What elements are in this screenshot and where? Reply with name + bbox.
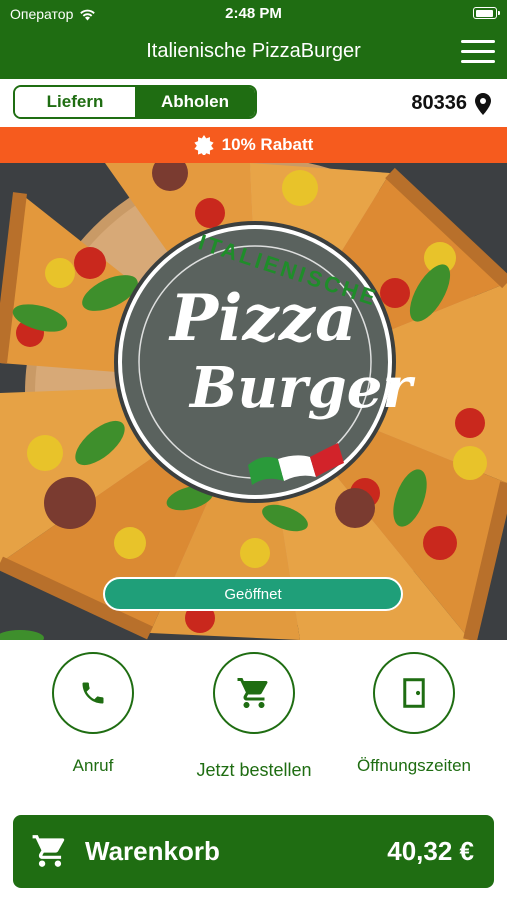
hamburger-menu-icon[interactable] [461, 40, 495, 64]
pickup-option[interactable]: Abholen [135, 87, 255, 117]
open-status-button[interactable]: Geöffnet [103, 577, 403, 611]
order-mode-toggle[interactable]: Liefern Abholen [13, 85, 257, 119]
cart-bar[interactable]: Warenkorb 40,32 € [13, 815, 494, 888]
zip-code: 80336 [411, 92, 467, 114]
phone-icon [82, 682, 104, 704]
order-mode-bar: Liefern Abholen 80336 [0, 79, 507, 127]
logo-word-burger: Burger [190, 355, 412, 421]
call-button[interactable] [52, 652, 134, 734]
page-title: Italienische PizzaBurger [146, 40, 361, 62]
opening-hours-action[interactable]: Öffnungszeiten [349, 652, 479, 776]
opening-hours-label: Öffnungszeiten [356, 756, 472, 775]
status-bar: Оператор 2:48 PM [0, 0, 507, 27]
cart-icon [32, 835, 65, 867]
cart-label: Warenkorb [85, 836, 220, 866]
delivery-option[interactable]: Liefern [15, 87, 135, 117]
hero-image: ITALIENISCHE Pizza Burger [0, 163, 507, 640]
quick-actions: Anruf Jetzt bestellen Öffnungszeiten [0, 640, 507, 810]
order-now-button[interactable] [213, 652, 295, 734]
battery-icon [473, 7, 500, 19]
location-selector[interactable]: 80336 [411, 92, 491, 115]
order-now-label: Jetzt bestellen [196, 760, 312, 780]
logo-word-pizza: Pizza [170, 281, 357, 356]
badge-icon [194, 135, 214, 155]
location-pin-icon [475, 92, 491, 115]
cart-icon [237, 678, 268, 708]
discount-text: 10% Rabatt [221, 135, 314, 154]
discount-banner[interactable]: 10% Rabatt [0, 127, 507, 163]
nav-bar: Italienische PizzaBurger [0, 27, 507, 79]
cart-total: 40,32 € [387, 836, 474, 866]
clock: 2:48 PM [225, 5, 282, 22]
call-action[interactable]: Anruf [28, 652, 158, 776]
door-icon [403, 678, 425, 708]
order-now-action[interactable]: Jetzt bestellen [188, 652, 320, 781]
opening-hours-button[interactable] [373, 652, 455, 734]
call-label: Anruf [72, 756, 114, 775]
